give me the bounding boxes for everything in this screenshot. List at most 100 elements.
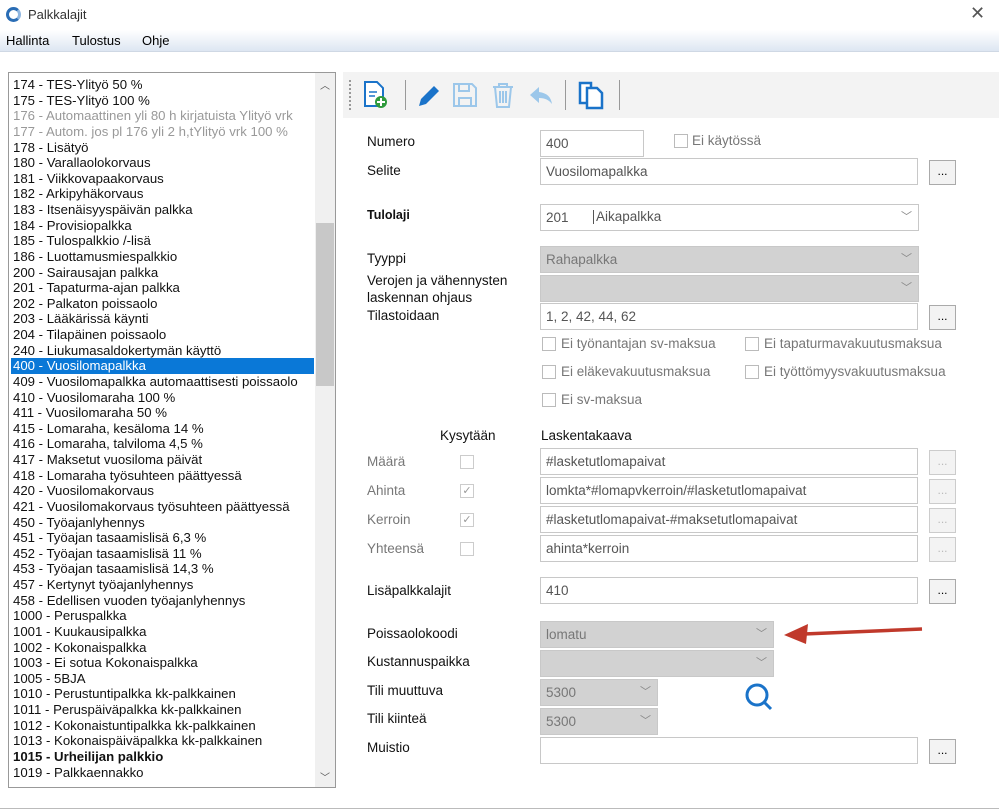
scroll-down-icon[interactable]: ﹀ (320, 769, 330, 784)
tilastoidaan-ellipsis-button[interactable]: ... (929, 305, 956, 330)
search-icon[interactable] (743, 682, 775, 712)
ei-elake-checkbox[interactable] (542, 365, 556, 379)
scroll-thumb[interactable] (316, 223, 334, 386)
kysytaan-checkbox[interactable] (460, 455, 474, 469)
pay-type-list[interactable]: 174 - TES-Ylityö 50 % 175 - TES-Ylityö 10… (8, 72, 336, 788)
list-item[interactable]: 451 - Työajan tasaamislisä 6,3 % (11, 530, 314, 546)
list-item[interactable]: 174 - TES-Ylityö 50 % (11, 77, 314, 93)
muistio-ellipsis-button[interactable]: ... (929, 739, 956, 764)
list-item[interactable]: 418 - Lomaraha työsuhteen päättyessä (11, 468, 314, 484)
list-item[interactable]: 450 - Työajanlyhennys (11, 515, 314, 531)
list-item[interactable]: 177 - Autom. jos pl 176 yli 2 h,tYlityö … (11, 124, 314, 140)
list-item[interactable]: 180 - Varallaolokorvaus (11, 155, 314, 171)
list-item[interactable]: 458 - Edellisen vuoden työajanlyhennys (11, 593, 314, 609)
list-item[interactable]: 175 - TES-Ylityö 100 % (11, 93, 314, 109)
kysytaan-checkbox[interactable] (460, 542, 474, 556)
selite-ellipsis-button[interactable]: ... (929, 160, 956, 185)
list-item[interactable]: 185 - Tulospalkkio /-lisä (11, 233, 314, 249)
list-item[interactable]: 452 - Työajan tasaamislisä 11 % (11, 546, 314, 562)
numero-input[interactable]: 400 (540, 130, 644, 157)
list-item[interactable]: 240 - Liukumasaldokertymän käyttö (11, 343, 314, 359)
lisapalkkalajit-input[interactable]: 410 (540, 577, 918, 604)
list-item[interactable]: 453 - Työajan tasaamislisä 14,3 % (11, 561, 314, 577)
tyyppi-select[interactable]: Rahapalkka ﹀ (540, 246, 919, 273)
formula-ellipsis-button[interactable]: ... (929, 537, 956, 562)
ei-sv-checkbox[interactable] (542, 393, 556, 407)
list-item[interactable]: 1012 - Kokonaistuntipalkka kk-palkkainen (11, 718, 314, 734)
formula-input[interactable]: ahinta*kerroin (540, 535, 918, 562)
list-item[interactable]: 410 - Vuosilomaraha 100 % (11, 390, 314, 406)
list-item[interactable]: 176 - Automaattinen yli 80 h kirjatuista… (11, 108, 314, 124)
scroll-up-icon[interactable]: ︿ (320, 77, 330, 92)
selite-input[interactable]: Vuosilomapalkka (540, 158, 918, 185)
verojen-label-2: laskennan ohjaus (367, 290, 473, 305)
save-icon[interactable] (451, 80, 479, 110)
delete-trash-icon[interactable] (489, 80, 517, 110)
list-item[interactable]: 415 - Lomaraha, kesäloma 14 % (11, 421, 314, 437)
formula-ellipsis-button[interactable]: ... (929, 479, 956, 504)
edit-pencil-icon[interactable] (413, 80, 441, 110)
kysytaan-checkbox[interactable]: ✓ (460, 513, 474, 527)
menu-hallinta[interactable]: Hallinta (6, 33, 49, 48)
list-item[interactable]: 186 - Luottamusmiespalkkio (11, 249, 314, 265)
selite-label: Selite (367, 163, 401, 178)
numero-label: Numero (367, 134, 416, 149)
tili-kiintea-select[interactable]: 5300 ﹀ (540, 708, 658, 735)
list-item[interactable]: 1000 - Peruspalkka (11, 608, 314, 624)
list-item[interactable]: 1010 - Perustuntipalkka kk-palkkainen (11, 686, 314, 702)
list-item[interactable]: 411 - Vuosilomaraha 50 % (11, 405, 314, 421)
menu-ohje[interactable]: Ohje (142, 33, 169, 48)
formula-input[interactable]: #lasketutlomapaivat-#maksetutlomapaivat (540, 506, 918, 533)
tilastoidaan-input[interactable]: 1, 2, 42, 44, 62 (540, 303, 918, 330)
list-item[interactable]: 181 - Viikkovapaakorvaus (11, 171, 314, 187)
list-item[interactable]: 1003 - Ei sotua Kokonaispalkka (11, 655, 314, 671)
kysytaan-checkbox[interactable]: ✓ (460, 484, 474, 498)
list-item[interactable]: 202 - Palkaton poissaolo (11, 296, 314, 312)
list-item[interactable]: 183 - Itsenäisyyspäivän palkka (11, 202, 314, 218)
list-item[interactable]: 1005 - 5BJA (11, 671, 314, 687)
formula-ellipsis-button[interactable]: ... (929, 450, 956, 475)
kustannuspaikka-select[interactable]: ﹀ (540, 650, 774, 677)
new-document-icon[interactable] (361, 80, 389, 110)
list-item[interactable]: 420 - Vuosilomakorvaus (11, 483, 314, 499)
undo-icon[interactable] (527, 80, 555, 110)
menu-tulostus[interactable]: Tulostus (72, 33, 121, 48)
list-item[interactable]: 417 - Maksetut vuosiloma päivät (11, 452, 314, 468)
list-item[interactable]: 178 - Lisätyö (11, 140, 314, 156)
list-item[interactable]: 1011 - Peruspäiväpalkka kk-palkkainen (11, 702, 314, 718)
list-item[interactable]: 421 - Vuosilomakorvaus työsuhteen päätty… (11, 499, 314, 515)
list-item[interactable]: 1013 - Kokonaispäiväpalkka kk-palkkainen (11, 733, 314, 749)
scrollbar[interactable]: ︿ ﹀ (315, 73, 335, 787)
list-item[interactable]: 200 - Sairausajan palkka (11, 265, 314, 281)
tili-muuttuva-select[interactable]: 5300 ﹀ (540, 679, 658, 706)
muistio-input[interactable] (540, 737, 918, 764)
formula-ellipsis-button[interactable]: ... (929, 508, 956, 533)
list-item[interactable]: 1015 - Urheilijan palkkio (11, 749, 314, 765)
list-item[interactable]: 1001 - Kuukausipalkka (11, 624, 314, 640)
verojen-select[interactable]: ﹀ (540, 275, 919, 302)
ei-tyottomyys-checkbox[interactable] (745, 365, 759, 379)
list-item[interactable]: 204 - Tilapäinen poissaolo (11, 327, 314, 343)
list-item[interactable]: 400 - Vuosilomapalkka (11, 358, 314, 374)
formula-input[interactable]: #lasketutlomapaivat (540, 448, 918, 475)
list-item[interactable]: 201 - Tapaturma-ajan palkka (11, 280, 314, 296)
kustannuspaikka-label: Kustannuspaikka (367, 654, 470, 669)
poissaolokoodi-select[interactable]: lomatu ﹀ (540, 621, 774, 648)
close-button[interactable]: ✕ (970, 3, 985, 24)
list-item[interactable]: 457 - Kertynyt työajanlyhennys (11, 577, 314, 593)
list-item[interactable]: 409 - Vuosilomapalkka automaattisesti po… (11, 374, 314, 390)
list-item[interactable]: 203 - Lääkärissä käynti (11, 311, 314, 327)
ei-tyonantajan-sv-checkbox[interactable] (542, 337, 556, 351)
list-item[interactable]: 416 - Lomaraha, talviloma 4,5 % (11, 436, 314, 452)
formula-input[interactable]: lomkta*#lomapvkerroin/#lasketutlomapaiva… (540, 477, 918, 504)
copy-icon[interactable] (577, 80, 605, 110)
muistio-label: Muistio (367, 740, 410, 755)
lisapalkkalajit-ellipsis-button[interactable]: ... (929, 579, 956, 604)
list-item[interactable]: 182 - Arkipyhäkorvaus (11, 186, 314, 202)
ei-kaytossa-checkbox[interactable] (674, 134, 688, 148)
list-item[interactable]: 1019 - Palkkaennakko (11, 765, 314, 781)
list-item[interactable]: 184 - Provisiopalkka (11, 218, 314, 234)
tulolaji-select[interactable]: 201 Aikapalkka ﹀ (540, 204, 919, 231)
ei-tapaturma-checkbox[interactable] (745, 337, 759, 351)
list-item[interactable]: 1002 - Kokonaispalkka (11, 640, 314, 656)
